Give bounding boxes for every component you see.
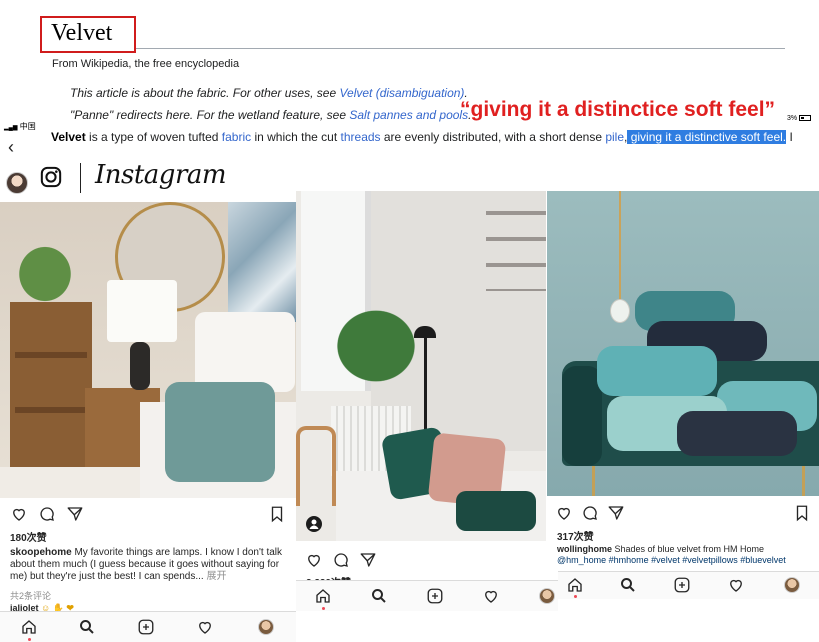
post-caption: skoopehome My favorite things are lamps.… bbox=[10, 547, 288, 583]
profile-avatar[interactable] bbox=[784, 577, 800, 593]
hatnote-disambiguation: This article is about the fabric. For ot… bbox=[70, 86, 468, 100]
profile-avatar[interactable] bbox=[539, 588, 555, 604]
bookmark-icon[interactable] bbox=[268, 505, 286, 523]
hatnote-text: "Panne" redirects here. For the wetland … bbox=[70, 108, 350, 122]
bookmark-icon[interactable] bbox=[793, 504, 811, 522]
fabric-link[interactable]: fabric bbox=[222, 130, 251, 144]
carrier-name: 中国 bbox=[19, 122, 36, 131]
profile-avatar[interactable] bbox=[258, 619, 274, 635]
photo-sofa-arm bbox=[562, 366, 602, 466]
photo-plant bbox=[5, 232, 85, 302]
search-icon[interactable] bbox=[370, 587, 388, 605]
photo-green-pillow bbox=[456, 491, 536, 531]
post-photo-lamp-bedroom[interactable] bbox=[0, 202, 296, 498]
instagram-wordmark: Instagram bbox=[95, 160, 227, 190]
activity-icon[interactable] bbox=[196, 618, 214, 636]
photo-lamp-cord bbox=[619, 191, 621, 301]
para-text: in which the cut bbox=[251, 130, 341, 144]
para-text: I bbox=[786, 130, 793, 144]
wiki-subtitle: From Wikipedia, the free encyclopedia bbox=[52, 58, 240, 70]
photo-shelf bbox=[10, 302, 92, 472]
bottom-nav bbox=[0, 611, 296, 642]
threads-link[interactable]: threads bbox=[341, 130, 381, 144]
home-icon[interactable] bbox=[20, 618, 38, 636]
para-text: is a type of woven tufted bbox=[85, 130, 222, 144]
like-count[interactable]: 317次赞 bbox=[557, 528, 594, 543]
comment-icon[interactable] bbox=[38, 505, 56, 523]
instagram-logo-icon bbox=[40, 166, 62, 188]
search-icon[interactable] bbox=[78, 618, 96, 636]
bottom-nav bbox=[558, 571, 819, 599]
expand-caption-link[interactable]: 展开 bbox=[204, 571, 226, 582]
share-icon[interactable] bbox=[66, 505, 84, 523]
signal-icon: ▂▄▆ bbox=[4, 125, 18, 131]
disambiguation-link[interactable]: Velvet (disambiguation) bbox=[339, 86, 464, 100]
photo-cushion bbox=[677, 411, 797, 456]
photo-chair bbox=[296, 426, 336, 506]
hatnote-panne: "Panne" redirects here. For the wetland … bbox=[70, 108, 471, 122]
battery-icon bbox=[799, 115, 812, 122]
page-title: Velvet bbox=[51, 20, 113, 46]
notification-dot bbox=[322, 607, 325, 610]
photo-white-pillow bbox=[195, 312, 295, 392]
photo-artwork bbox=[228, 202, 296, 322]
header-divider bbox=[80, 163, 81, 193]
photo-lampshade bbox=[107, 280, 177, 342]
term-bold: Velvet bbox=[51, 130, 86, 144]
battery-status: 3% bbox=[787, 115, 812, 122]
intro-paragraph: Velvet is a type of woven tufted fabric … bbox=[51, 130, 793, 144]
photo-shelf bbox=[486, 211, 546, 291]
post-photo-blue-velvet[interactable] bbox=[547, 191, 819, 496]
notification-dot bbox=[574, 595, 577, 598]
share-icon[interactable] bbox=[607, 504, 625, 522]
heart-icon[interactable] bbox=[10, 505, 28, 523]
photo-teal-pillow bbox=[165, 382, 275, 482]
activity-icon[interactable] bbox=[482, 587, 500, 605]
bottom-nav bbox=[296, 580, 558, 611]
photo-bulb bbox=[610, 299, 630, 323]
home-icon[interactable] bbox=[314, 587, 332, 605]
pile-link[interactable]: pile bbox=[605, 130, 624, 144]
post-caption: wollinghome Shades of blue velvet from H… bbox=[557, 544, 819, 566]
photo-lamp-base bbox=[130, 342, 150, 390]
comment-icon[interactable] bbox=[332, 551, 350, 569]
photo-plant bbox=[316, 291, 436, 401]
notification-dot bbox=[28, 638, 31, 641]
caption-hashtags[interactable]: @hm_home #hmhome #velvet #velvetpillows … bbox=[557, 555, 786, 565]
photo-cushion bbox=[597, 346, 717, 396]
title-divider bbox=[136, 48, 785, 49]
highlighted-phrase: giving it a distinctive soft feel. bbox=[627, 130, 787, 144]
like-count[interactable]: 180次赞 bbox=[10, 529, 47, 544]
photo-shelf-board bbox=[15, 407, 87, 413]
heart-icon[interactable] bbox=[555, 504, 573, 522]
add-icon[interactable] bbox=[137, 618, 155, 636]
para-text: are evenly distributed, with a short den… bbox=[380, 130, 606, 144]
battery-percent: 3% bbox=[787, 115, 798, 122]
salt-pannes-link[interactable]: Salt pannes and pools bbox=[349, 108, 468, 122]
tagged-user-icon[interactable] bbox=[306, 516, 322, 532]
add-icon[interactable] bbox=[673, 576, 691, 594]
hatnote-text: This article is about the fabric. For ot… bbox=[70, 86, 340, 100]
add-icon[interactable] bbox=[426, 587, 444, 605]
photo-shelf-board bbox=[15, 352, 87, 358]
quote-annotation: “giving it a distinctice soft feel” bbox=[460, 98, 776, 121]
profile-avatar[interactable] bbox=[6, 172, 28, 194]
post-photo-sofa-pillows[interactable] bbox=[296, 191, 546, 541]
share-icon[interactable] bbox=[359, 551, 377, 569]
view-comments-link[interactable]: 共2条评论 bbox=[10, 589, 51, 602]
search-icon[interactable] bbox=[619, 576, 637, 594]
post-username[interactable]: skoopehome bbox=[10, 547, 72, 558]
activity-icon[interactable] bbox=[727, 576, 745, 594]
back-arrow-icon[interactable]: ‹ bbox=[8, 138, 26, 156]
home-icon[interactable] bbox=[566, 576, 584, 594]
photo-floor-lamp bbox=[424, 331, 427, 441]
photo-sofa-legs bbox=[562, 466, 819, 496]
comment-icon[interactable] bbox=[581, 504, 599, 522]
post-username[interactable]: wollinghome bbox=[557, 544, 612, 554]
heart-icon[interactable] bbox=[305, 551, 323, 569]
caption-text: Shades of blue velvet from HM Home bbox=[612, 544, 765, 554]
carrier-status: ▂▄▆ 中国 bbox=[4, 121, 36, 132]
